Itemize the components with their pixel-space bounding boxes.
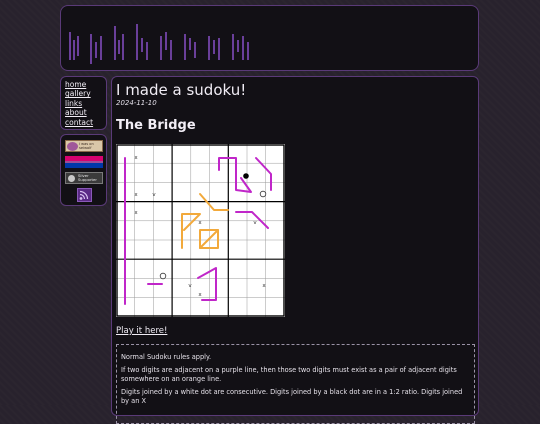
- supporter-badge-text: Silver Supporter: [78, 173, 97, 183]
- rss-icon[interactable]: [77, 188, 92, 202]
- nav-about-link[interactable]: about: [65, 108, 106, 117]
- rule-text: Normal Sudoku rules apply.: [121, 353, 212, 361]
- nav-contact-link[interactable]: contact: [65, 118, 106, 127]
- nav-home-link[interactable]: home: [65, 80, 106, 89]
- puzzle-title: The Bridge: [116, 118, 196, 133]
- webring-badge-icon: [67, 142, 78, 151]
- white-dot: [259, 190, 267, 198]
- play-puzzle-link[interactable]: Play it here!: [116, 326, 167, 336]
- webring-badge-text: i was on seiwolf: [79, 142, 94, 151]
- post-date: 2024-11-10: [116, 99, 157, 107]
- rules-box: Normal Sudoku rules apply. If two digits…: [116, 344, 475, 424]
- site-header: [60, 5, 479, 71]
- nav-gallery-link[interactable]: gallery: [65, 89, 106, 98]
- site-nav: home gallery links about contact: [60, 76, 107, 130]
- post-title: I made a sudoku!: [116, 81, 247, 99]
- rule-text: Digits joined by a white dot are consecu…: [121, 388, 463, 405]
- white-dot: [159, 272, 167, 280]
- sudoku-puzzle-image[interactable]: x x v x x v v x x: [116, 144, 285, 317]
- badge-panel: i was on seiwolf Silver Supporter: [60, 134, 107, 206]
- bi-flag-icon: [65, 156, 103, 168]
- supporter-badge-icon: [68, 175, 75, 182]
- nav-links-link[interactable]: links: [65, 99, 106, 108]
- rule-text: If two digits are adjacent on a purple l…: [121, 366, 457, 383]
- black-dot: [243, 173, 249, 179]
- site-logo[interactable]: [67, 20, 257, 66]
- supporter-badge[interactable]: Silver Supporter: [65, 172, 103, 184]
- webring-badge[interactable]: i was on seiwolf: [65, 140, 103, 152]
- post-content: I made a sudoku! 2024-11-10 The Bridge x…: [111, 76, 479, 424]
